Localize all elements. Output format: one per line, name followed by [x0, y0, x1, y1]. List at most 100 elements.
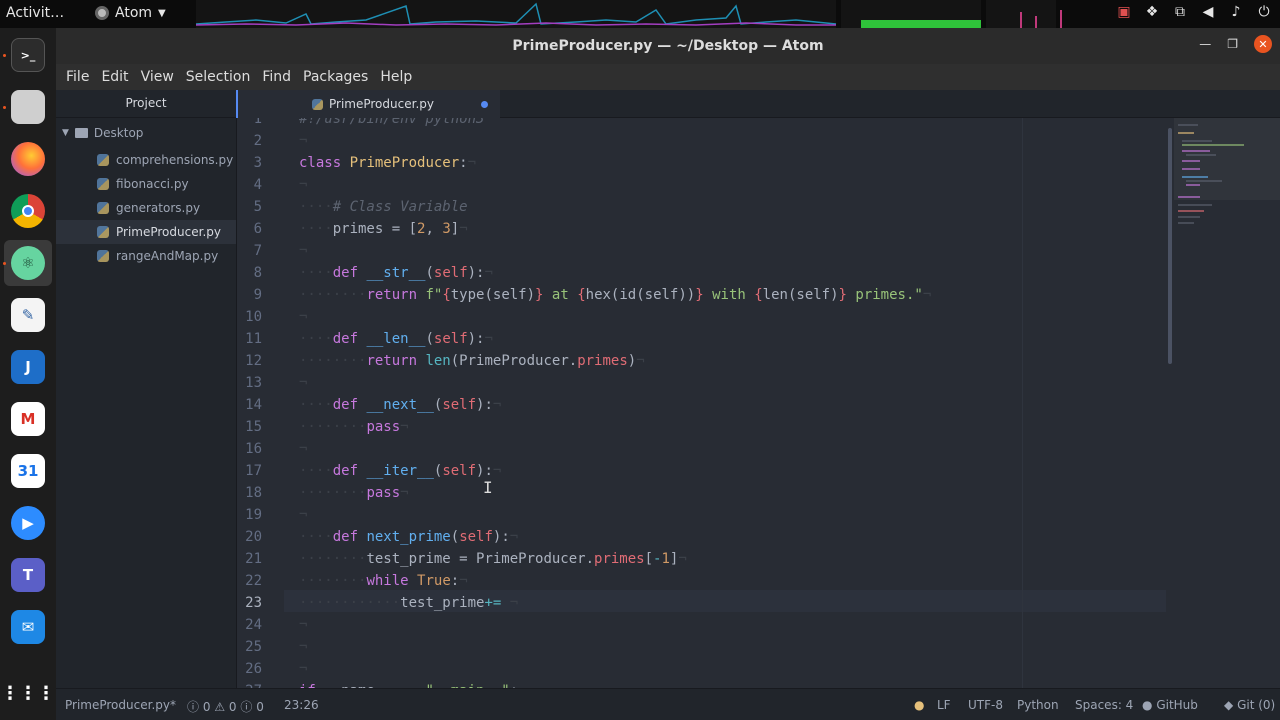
code-line: ········return f"{type(self)} at {hex(id…: [299, 287, 932, 303]
joplin-icon[interactable]: J: [11, 350, 45, 384]
editor-tab-bar: PrimeProducer.py: [238, 90, 1280, 118]
system-monitor-graphs: [196, 0, 1062, 28]
menu-help[interactable]: Help: [378, 64, 418, 90]
status-file-path[interactable]: PrimeProducer.py*: [65, 698, 176, 712]
running-indicator: [3, 106, 6, 109]
files-icon[interactable]: [11, 90, 45, 124]
atom-icon[interactable]: ⚛: [11, 246, 45, 280]
line-number: 6: [253, 221, 262, 237]
line-number-gutter[interactable]: 1 2 3 4 5 6 7 8 9 10 11 12 13 14 15 16 1…: [238, 118, 284, 688]
status-cursor-position[interactable]: 23:26: [284, 698, 319, 712]
tree-file-label: fibonacci.py: [116, 177, 189, 191]
menu-packages[interactable]: Packages: [301, 64, 374, 90]
tree-file-primeproducer[interactable]: PrimeProducer.py: [56, 220, 236, 244]
tab-primeproducer[interactable]: PrimeProducer.py: [238, 90, 500, 118]
status-grammar[interactable]: Python: [1017, 698, 1059, 712]
line-number: 26: [245, 661, 262, 677]
status-encoding[interactable]: UTF-8: [968, 698, 1003, 712]
teams-icon[interactable]: T: [11, 558, 45, 592]
network-icon[interactable]: ⧉: [1172, 4, 1188, 20]
firefox-icon[interactable]: [11, 142, 45, 176]
text-cursor-icon: I: [483, 478, 493, 497]
app-menu[interactable]: Atom ▼: [95, 5, 166, 21]
email-icon[interactable]: ✉: [11, 610, 45, 644]
code-line: ¬: [299, 375, 308, 391]
vertical-scrollbar[interactable]: [1168, 128, 1172, 364]
line-number: 16: [245, 441, 262, 457]
activities-button[interactable]: Activit…: [6, 5, 64, 21]
minimap-line: [1178, 216, 1200, 218]
tree-file-label: rangeAndMap.py: [116, 249, 219, 263]
python-file-icon: [97, 202, 109, 214]
minimap-line: [1186, 154, 1216, 156]
gmail-icon[interactable]: M: [11, 402, 45, 436]
video-icon[interactable]: ▣: [1116, 4, 1132, 20]
zoom-icon[interactable]: ▶: [11, 506, 45, 540]
terminal-icon[interactable]: >_: [11, 38, 45, 72]
code-line: ········return len(PrimeProducer.primes)…: [299, 353, 645, 369]
tree-file-generators[interactable]: generators.py: [56, 196, 236, 220]
tree-view: Project ▼ Desktop comprehensions.py fibo…: [56, 90, 239, 688]
menu-file[interactable]: File: [64, 64, 95, 90]
status-github[interactable]: ● GitHub: [1142, 698, 1198, 712]
line-number: 9: [253, 287, 262, 303]
app-grid-icon[interactable]: ⋮⋮⋮: [1, 676, 55, 710]
minimize-icon[interactable]: —: [1199, 37, 1211, 51]
text-editor-icon[interactable]: ✎: [11, 298, 45, 332]
code-line: ········while True:¬: [299, 573, 468, 589]
git-label: Git (0): [1237, 698, 1276, 712]
status-bar: PrimeProducer.py* ⓘ 0 ⚠ 0 ⓘ 0 23:26 ● LF…: [56, 688, 1280, 720]
minimap-line: [1178, 204, 1212, 206]
modified-indicator-icon[interactable]: [481, 101, 488, 108]
tree-folder-label: Desktop: [93, 126, 144, 140]
code-line: ¬: [299, 441, 308, 457]
github-icon: ●: [1142, 698, 1153, 712]
power-icon[interactable]: ⏻: [1256, 4, 1272, 20]
tree-file-comprehensions[interactable]: comprehensions.py: [56, 148, 236, 172]
tree-file-fibonacci[interactable]: fibonacci.py: [56, 172, 236, 196]
tree-folder-desktop[interactable]: ▼ Desktop: [56, 121, 236, 145]
line-number: 19: [245, 507, 262, 523]
minimap-line: [1178, 222, 1194, 224]
calendar-icon[interactable]: 31: [11, 454, 45, 488]
window-title-bar[interactable]: PrimeProducer.py — ~/Desktop — Atom — ❐ …: [56, 28, 1280, 64]
line-number: 3: [253, 155, 262, 171]
status-indent[interactable]: Spaces: 4: [1075, 698, 1133, 712]
code-line: ¬: [299, 309, 308, 325]
line-number: 1: [253, 118, 262, 127]
chrome-icon[interactable]: [11, 194, 45, 228]
line-number: 25: [245, 639, 262, 655]
status-line-ending[interactable]: LF: [937, 698, 951, 712]
tab-label: PrimeProducer.py: [329, 97, 434, 111]
status-git[interactable]: ◆ Git (0): [1224, 698, 1275, 712]
line-number: 2: [253, 133, 262, 149]
volume-icon[interactable]: ◀: [1200, 4, 1216, 20]
code-line: ¬: [299, 133, 308, 149]
minimap[interactable]: [1174, 118, 1280, 238]
minimap-line: [1178, 132, 1194, 134]
code-editor[interactable]: 1 2 3 4 5 6 7 8 9 10 11 12 13 14 15 16 1…: [238, 118, 1280, 688]
system-tray[interactable]: ▣ ❖ ⧉ ◀ ♪ ⏻: [1116, 4, 1272, 20]
menu-edit[interactable]: Edit: [99, 64, 134, 90]
menu-find[interactable]: Find: [260, 64, 297, 90]
dropbox-icon[interactable]: ❖: [1144, 4, 1160, 20]
menu-selection[interactable]: Selection: [184, 64, 257, 90]
line-number: 27: [245, 680, 262, 688]
line-number: 4: [253, 177, 262, 193]
code-line: ····def __next__(self):¬: [299, 397, 502, 413]
project-panel-tab[interactable]: Project: [56, 90, 236, 118]
line-number: 17: [245, 463, 262, 479]
chevron-down-icon: ▼: [158, 7, 166, 19]
status-diagnostics[interactable]: ⓘ 0 ⚠ 0 ⓘ 0: [187, 698, 264, 715]
tree-file-rangeandmap[interactable]: rangeAndMap.py: [56, 244, 236, 268]
menu-view[interactable]: View: [139, 64, 180, 90]
app-menu-label: Atom: [115, 5, 153, 21]
error-count: 0: [202, 700, 211, 714]
mic-icon[interactable]: ♪: [1228, 4, 1244, 20]
close-icon[interactable]: ✕: [1254, 35, 1272, 53]
line-number: 11: [245, 331, 262, 347]
minimap-line: [1186, 180, 1222, 182]
code-line: ····# Class Variable: [299, 199, 468, 215]
maximize-icon[interactable]: ❐: [1227, 37, 1238, 51]
line-number: 14: [245, 397, 262, 413]
